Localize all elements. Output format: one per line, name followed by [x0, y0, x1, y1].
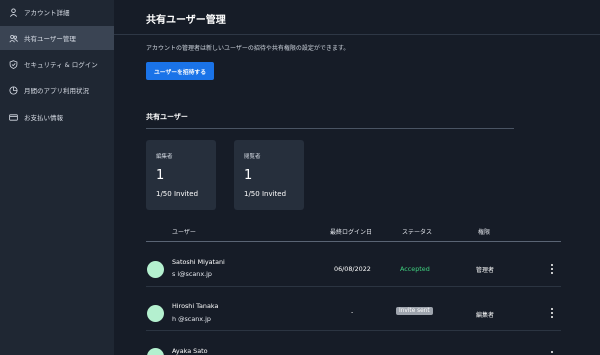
sidebar-item-label: セキュリティ & ログイン	[24, 61, 98, 69]
more-options-icon[interactable]	[549, 308, 555, 318]
user-name: Satoshi Miyatani	[172, 258, 225, 266]
more-options-icon[interactable]	[549, 351, 555, 355]
sidebar-item-label: アカウント詳細	[24, 9, 70, 17]
stat-value: 1	[244, 168, 253, 183]
sidebar-item-security-login[interactable]: セキュリティ & ログイン	[0, 52, 114, 76]
divider	[114, 34, 600, 35]
sidebar-item-shared-users[interactable]: 共有ユーザー管理	[0, 26, 114, 50]
column-header-status: ステータス	[402, 229, 433, 236]
user-icon	[9, 7, 18, 17]
viewer-count-card: 閲覧者 1 1/50 Invited	[234, 140, 304, 210]
sidebar: アカウント詳細 共有ユーザー管理 セキュリティ & ログイン 月間のアプリ利用状…	[0, 0, 114, 355]
last-login-date: 06/08/2022	[334, 265, 371, 273]
stat-label: 閲覧者	[244, 154, 261, 160]
section-title: 共有ユーザー	[146, 113, 188, 121]
status-badge: Invite sent	[396, 307, 433, 315]
sidebar-item-label: 月間のアプリ利用状況	[24, 87, 89, 95]
avatar	[147, 348, 164, 355]
avatar	[147, 305, 164, 322]
sidebar-item-account-details[interactable]: アカウント詳細	[0, 0, 114, 24]
sidebar-item-payment-info[interactable]: お支払い情報	[0, 105, 114, 129]
user-role: 編集者	[476, 312, 495, 319]
column-header-user: ユーザー	[172, 229, 196, 236]
divider	[146, 128, 514, 129]
stat-label: 編集者	[156, 154, 173, 160]
users-icon	[9, 34, 18, 43]
user-role: 管理者	[476, 267, 495, 274]
avatar	[147, 261, 164, 278]
column-header-role: 権限	[478, 229, 491, 236]
stat-invited: 1/50 Invited	[156, 190, 199, 198]
row-divider	[146, 286, 561, 287]
pie-chart-icon	[9, 85, 18, 95]
shield-icon	[9, 59, 18, 69]
user-name: Ayaka Sato	[172, 347, 208, 355]
editor-count-card: 編集者 1 1/50 Invited	[146, 140, 216, 210]
sidebar-item-label: お支払い情報	[24, 114, 63, 122]
main-content: 共有ユーザー管理 アカウントの管理者は新しいユーザーの招待や共有権限の設定ができ…	[114, 0, 600, 355]
user-email: h @scanx.jp	[172, 315, 211, 323]
stat-invited: 1/50 Invited	[244, 190, 287, 198]
stat-value: 1	[156, 168, 165, 183]
sidebar-item-label: 共有ユーザー管理	[24, 35, 76, 43]
page-title: 共有ユーザー管理	[146, 15, 226, 26]
user-email: s i@scanx.jp	[172, 270, 212, 278]
column-header-last-login: 最終ログイン日	[330, 229, 373, 236]
table-header-divider	[146, 241, 561, 242]
status-badge: Accepted	[400, 265, 430, 273]
row-divider	[146, 330, 561, 331]
last-login-date: -	[351, 308, 354, 316]
more-options-icon[interactable]	[549, 264, 555, 274]
sidebar-item-monthly-app-usage[interactable]: 月間のアプリ利用状況	[0, 78, 114, 102]
user-name: Hiroshi Tanaka	[172, 302, 219, 310]
credit-card-icon	[9, 113, 18, 122]
page-description: アカウントの管理者は新しいユーザーの招待や共有権限の設定ができます。	[146, 45, 350, 52]
invite-user-button[interactable]: ユーザーを招待する	[146, 62, 214, 80]
